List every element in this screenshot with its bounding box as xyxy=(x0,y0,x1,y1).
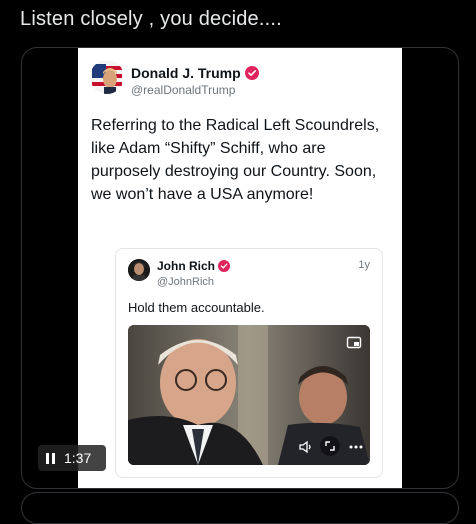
verified-badge-icon xyxy=(244,66,259,80)
verified-badge-icon xyxy=(218,260,231,272)
avatar-portrait-icon xyxy=(128,259,150,281)
author-handle: @realDonaldTrump xyxy=(131,83,236,97)
quote-author-handle: @JohnRich xyxy=(157,276,215,288)
video-card[interactable]: Donald J. Trump @realDonaldTrump Referri… xyxy=(21,47,459,489)
quote-author-name[interactable]: John Rich xyxy=(157,259,231,273)
more-icon[interactable] xyxy=(348,439,364,455)
quote-timestamp: 1y xyxy=(358,259,370,271)
video-playback-control[interactable]: 1:37 xyxy=(38,445,106,471)
avatar xyxy=(90,60,124,94)
quote-avatar xyxy=(128,259,150,281)
tweet-body: Referring to the Radical Left Scoundrels… xyxy=(91,117,380,203)
volume-icon[interactable] xyxy=(298,439,314,455)
video-frame[interactable]: Donald J. Trump @realDonaldTrump Referri… xyxy=(78,48,402,488)
post-text: Listen closely , you decide.... xyxy=(20,8,282,30)
author-name-text: Donald J. Trump xyxy=(131,65,241,81)
author-name[interactable]: Donald J. Trump xyxy=(131,65,259,81)
quote-video[interactable] xyxy=(128,325,370,465)
flag-portrait-icon xyxy=(90,60,124,94)
quote-body: Hold them accountable. xyxy=(128,300,265,315)
next-post-card xyxy=(21,492,459,524)
quoted-tweet[interactable]: John Rich @JohnRich 1y Hold them account… xyxy=(115,248,383,478)
expand-icon[interactable] xyxy=(320,436,340,456)
pause-icon[interactable] xyxy=(46,452,55,464)
quote-author-name-text: John Rich xyxy=(157,259,216,273)
picture-in-picture-icon[interactable] xyxy=(346,335,362,351)
video-timestamp: 1:37 xyxy=(64,450,92,466)
